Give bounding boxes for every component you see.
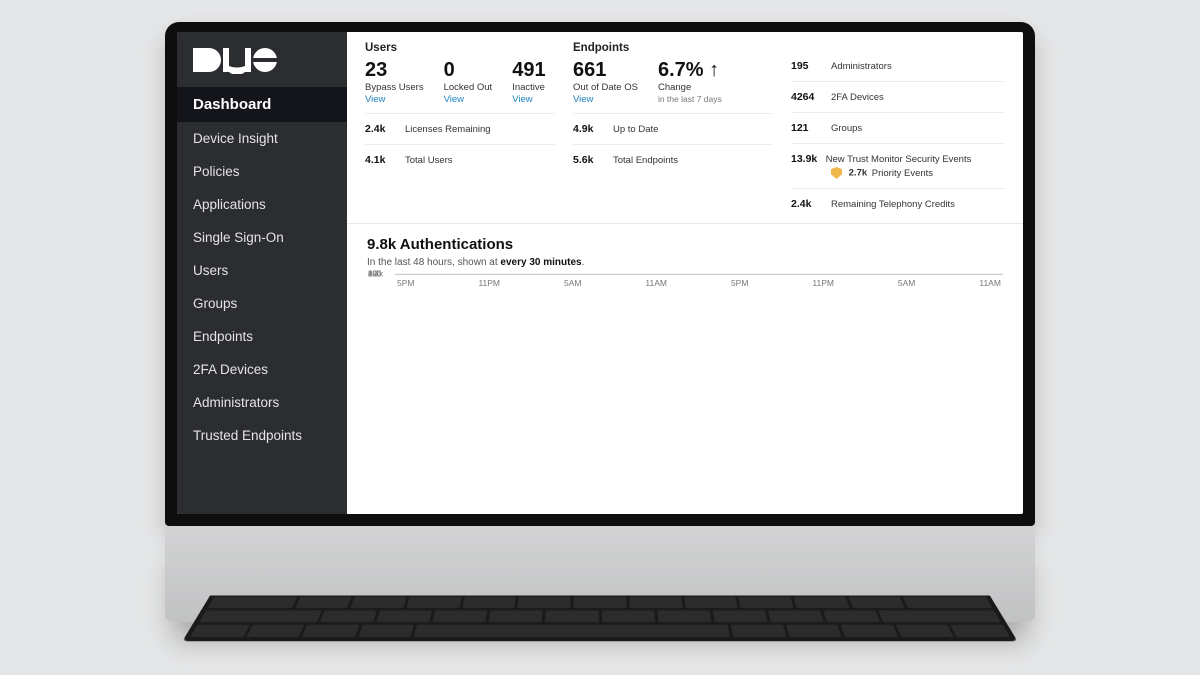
stat-total-endpoints: 5.6k Total Endpoints [573,145,773,175]
misc-column: 195 Administrators 4264 2FA Devices 121 … [791,42,1005,219]
stat-locked-out: 0 Locked Out View [444,60,493,105]
users-column: Users 23 Bypass Users View 0 Locked Out … [365,42,555,219]
nav-item-policies[interactable]: Policies [177,155,347,188]
nav-item-endpoints[interactable]: Endpoints [177,320,347,353]
x-tick: 11PM [478,278,500,288]
brand-logo [177,32,347,87]
x-tick: 5AM [898,278,915,288]
nav-item-2fa-devices[interactable]: 2FA Devices [177,353,347,386]
nav-item-single-sign-on[interactable]: Single Sign-On [177,221,347,254]
stats-panel: Users 23 Bypass Users View 0 Locked Out … [347,32,1023,224]
nav: DashboardDevice InsightPoliciesApplicati… [177,87,347,452]
x-tick: 5PM [397,278,414,288]
stat-total-users: 4.1k Total Users [365,145,555,175]
chart-subtitle: In the last 48 hours, shown at every 30 … [367,257,1003,268]
nav-item-groups[interactable]: Groups [177,287,347,320]
stat-groups: 121 Groups [791,113,1005,144]
endpoints-column: Endpoints 661 Out of Date OS View 6.7% ↑… [573,42,773,219]
nav-item-trusted-endpoints[interactable]: Trusted Endpoints [177,419,347,452]
stat-licenses: 2.4k Licenses Remaining [365,114,555,145]
stat-inactive: 491 Inactive View [512,60,545,105]
stat-change: 6.7% ↑ Change in the last 7 days [658,60,722,105]
view-outofdate-link[interactable]: View [573,94,638,105]
keyboard [182,555,1018,641]
stat-bypass-users: 23 Bypass Users View [365,60,424,105]
laptop-frame: DashboardDevice InsightPoliciesApplicati… [165,22,1035,622]
nav-item-users[interactable]: Users [177,254,347,287]
x-tick: 5PM [731,278,748,288]
stat-out-of-date: 661 Out of Date OS View [573,60,638,105]
nav-item-dashboard[interactable]: Dashboard [177,87,347,122]
stat-telephony: 2.4k Remaining Telephony Credits [791,189,1005,219]
y-tick: 200 [368,270,381,279]
x-tick: 11AM [979,278,1001,288]
laptop-deck [165,526,1035,622]
auth-chart-section: 9.8k Authentications In the last 48 hour… [347,224,1023,514]
stat-admins: 195 Administrators [791,60,1005,82]
nav-item-device-insight[interactable]: Device Insight [177,122,347,155]
x-axis: 5PM 11PM 5AM 11AM 5PM 11PM 5AM 11AM [395,275,1003,288]
screen-bezel: DashboardDevice InsightPoliciesApplicati… [165,22,1035,526]
x-tick: 11AM [645,278,667,288]
chart-title: 9.8k Authentications [367,236,1003,253]
main-content: Users 23 Bypass Users View 0 Locked Out … [347,32,1023,514]
stat-2fa-devices: 4264 2FA Devices [791,82,1005,113]
app-screen: DashboardDevice InsightPoliciesApplicati… [177,32,1023,514]
sidebar: DashboardDevice InsightPoliciesApplicati… [177,32,347,514]
stat-trust-monitor: 13.9k New Trust Monitor Security Events … [791,144,1005,189]
shield-icon [831,167,842,179]
view-locked-link[interactable]: View [444,94,493,105]
endpoints-title: Endpoints [573,42,773,54]
nav-item-administrators[interactable]: Administrators [177,386,347,419]
x-tick: 11PM [812,278,834,288]
nav-item-applications[interactable]: Applications [177,188,347,221]
x-tick: 5AM [564,278,581,288]
stat-up-to-date: 4.9k Up to Date [573,114,773,145]
view-bypass-link[interactable]: View [365,94,424,105]
users-title: Users [365,42,555,54]
view-inactive-link[interactable]: View [512,94,545,105]
auth-bar-chart: 1.4k1.2k1k800600400200 [395,274,1003,275]
